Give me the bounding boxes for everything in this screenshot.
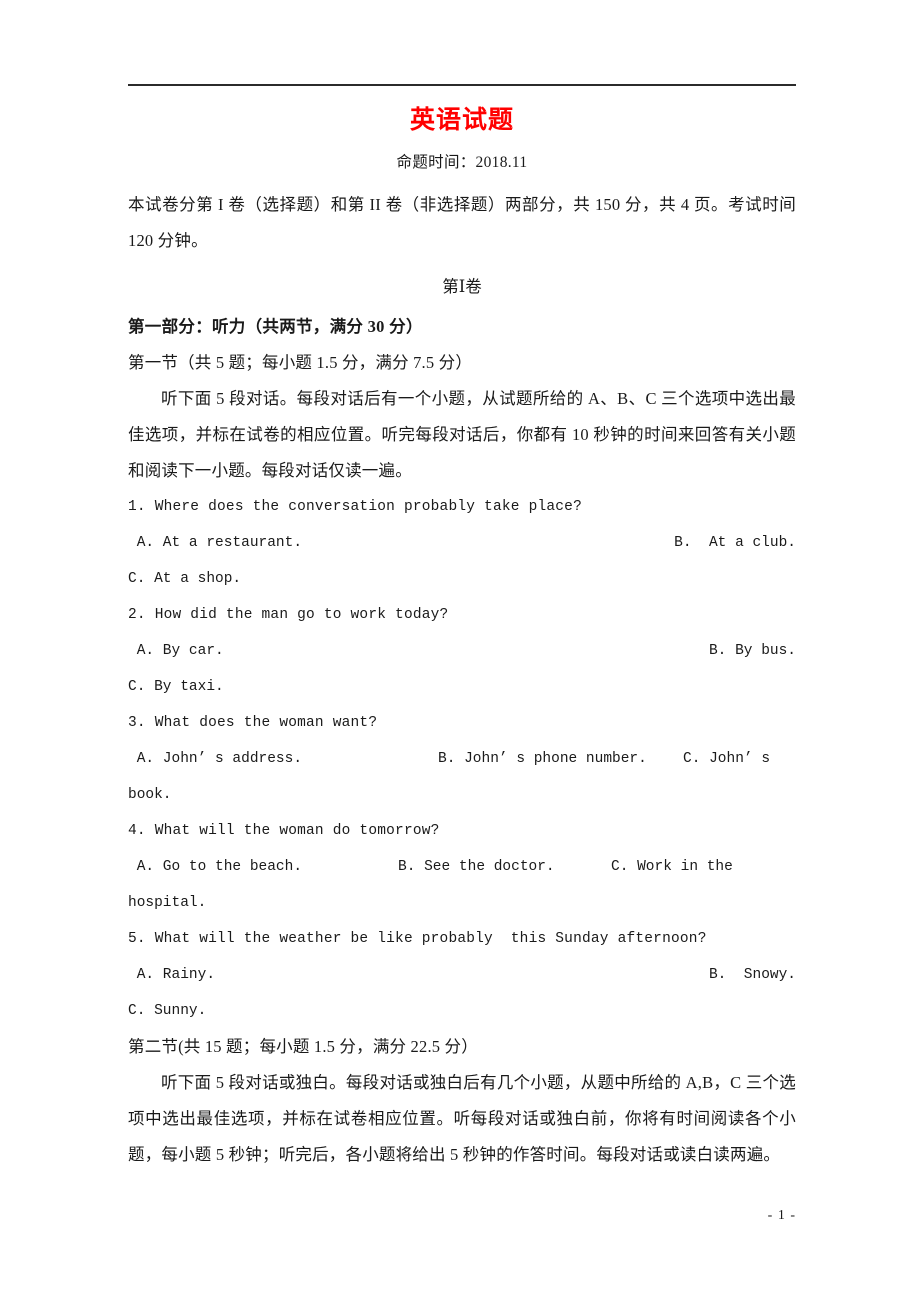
section-one-instruction: 听下面 5 段对话。每段对话后有一个小题，从试题所给的 A、B、C 三个选项中选…: [128, 389, 796, 480]
question-3-option-a[interactable]: A. John’ s address.: [128, 741, 302, 777]
section-two-instruction: 听下面 5 段对话或独白。每段对话或独白后有几个小题，从题中所给的 A,B，C …: [128, 1073, 796, 1164]
question-5-option-c[interactable]: C. Sunny.: [128, 993, 796, 1029]
question-5-stem: 5. What will the weather be like probabl…: [128, 931, 707, 947]
page-number-footer: - 1 -: [767, 1208, 796, 1223]
question-1-option-b[interactable]: B. At a club.: [674, 525, 796, 561]
question-5: 5. What will the weather be like probabl…: [128, 921, 796, 1029]
question-3-options-row: A. John’ s address. B. John’ s phone num…: [128, 741, 796, 777]
compose-time-subtitle: 命题时间：2018.11: [396, 154, 528, 171]
exam-paper-page: 英语试题 命题时间：2018.11 本试卷分第 I 卷（选择题）和第 II 卷（…: [0, 0, 920, 1302]
question-2-option-a[interactable]: A. By car.: [128, 633, 224, 669]
section-two-heading: 第二节(共 15 题；每小题 1.5 分，满分 22.5 分）: [128, 1037, 478, 1056]
question-4: 4. What will the woman do tomorrow? A. G…: [128, 813, 796, 921]
question-3-option-c-continued[interactable]: book.: [128, 777, 796, 813]
question-4-stem: 4. What will the woman do tomorrow?: [128, 823, 440, 839]
question-3: 3. What does the woman want? A. John’ s …: [128, 705, 796, 813]
question-4-option-b[interactable]: B. See the doctor.: [398, 849, 555, 885]
section-one-heading: 第一节（共 5 题；每小题 1.5 分，满分 7.5 分）: [128, 353, 473, 372]
question-5-options-row: A. Rainy. B. Snowy.: [128, 957, 796, 993]
question-3-option-b[interactable]: B. John’ s phone number.: [438, 741, 647, 777]
question-1-options-row: A. At a restaurant. B. At a club.: [128, 525, 796, 561]
header-rule: [128, 84, 796, 86]
page-title: 英语试题: [409, 107, 514, 134]
question-2-options-row: A. By car. B. By bus.: [128, 633, 796, 669]
question-4-option-a[interactable]: A. Go to the beach.: [128, 849, 302, 885]
question-4-options-row: A. Go to the beach. B. See the doctor. C…: [128, 849, 796, 885]
question-1-option-a[interactable]: A. At a restaurant.: [128, 525, 302, 561]
question-1-option-c[interactable]: C. At a shop.: [128, 561, 796, 597]
document-content: 英语试题 命题时间：2018.11 本试卷分第 I 卷（选择题）和第 II 卷（…: [128, 100, 796, 1173]
question-5-option-b[interactable]: B. Snowy.: [709, 957, 796, 993]
exam-intro-paragraph: 本试卷分第 I 卷（选择题）和第 II 卷（非选择题）两部分，共 150 分，共…: [128, 195, 796, 250]
question-1: 1. Where does the conversation probably …: [128, 489, 796, 597]
paper-part-label: 第Ⅰ卷: [442, 277, 482, 296]
question-3-option-c[interactable]: C. John’ s: [683, 741, 770, 777]
question-2-stem: 2. How did the man go to work today?: [128, 607, 449, 623]
question-2-option-b[interactable]: B. By bus.: [709, 633, 796, 669]
question-1-stem: 1. Where does the conversation probably …: [128, 499, 582, 515]
question-4-option-c[interactable]: C. Work in the: [611, 849, 733, 885]
question-2-option-c[interactable]: C. By taxi.: [128, 669, 796, 705]
part-one-heading: 第一部分：听力（共两节，满分 30 分）: [128, 317, 423, 336]
question-4-option-c-continued[interactable]: hospital.: [128, 885, 796, 921]
question-3-stem: 3. What does the woman want?: [128, 715, 378, 731]
question-2: 2. How did the man go to work today? A. …: [128, 597, 796, 705]
